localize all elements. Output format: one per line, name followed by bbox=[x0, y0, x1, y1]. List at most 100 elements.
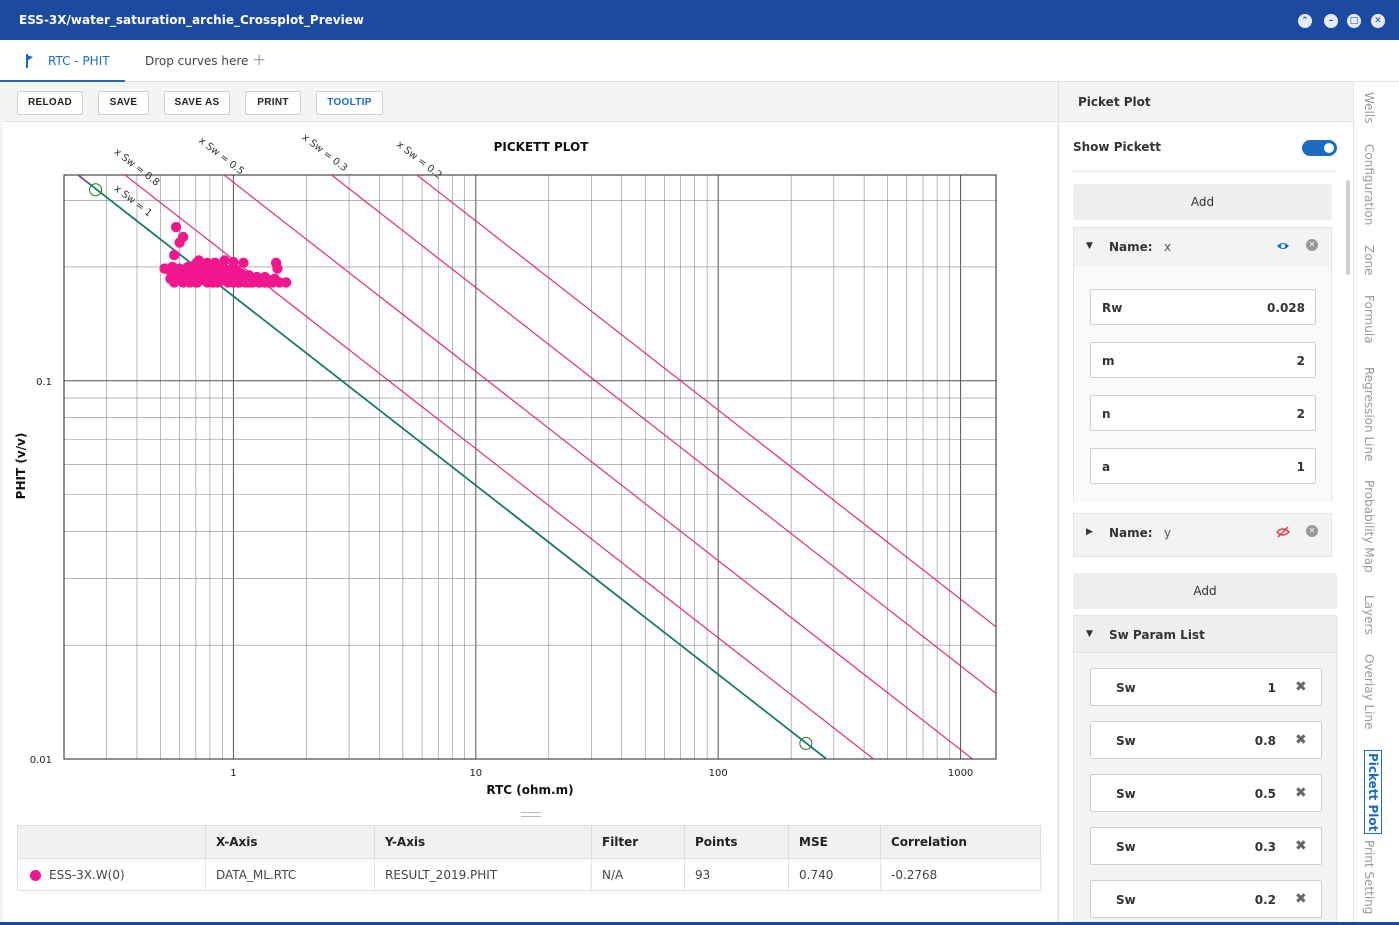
maximize-button[interactable]: □ bbox=[1347, 14, 1361, 28]
a-field[interactable]: a 1 bbox=[1090, 448, 1316, 484]
remove-circle-icon[interactable]: ✕ bbox=[1306, 525, 1318, 537]
sw-item[interactable]: Sw 0.8 ✖ bbox=[1090, 721, 1322, 759]
drop-curves-tab[interactable]: Drop curves here bbox=[145, 54, 248, 68]
remove-icon[interactable]: ✖ bbox=[1295, 732, 1307, 748]
table-header: MSE bbox=[788, 825, 881, 859]
remove-icon[interactable]: ✖ bbox=[1295, 891, 1307, 907]
sw-line bbox=[330, 175, 996, 695]
table-header: Filter bbox=[591, 825, 685, 859]
correlation-cell: -0.2768 bbox=[880, 858, 1041, 891]
data-point bbox=[234, 277, 245, 288]
table-header: Points bbox=[684, 825, 789, 859]
side-tab-formula[interactable]: Formula bbox=[1362, 295, 1376, 344]
sw-line-group bbox=[76, 175, 996, 759]
pickett-x-header[interactable]: ▼ Name: x ✕ bbox=[1074, 228, 1331, 266]
sw-item[interactable]: Sw 0.5 ✖ bbox=[1090, 774, 1322, 812]
caret-right-icon[interactable]: ▶ bbox=[1086, 527, 1093, 537]
close-button[interactable]: ✕ bbox=[1371, 14, 1385, 28]
series-name: ESS-3X.W(0) bbox=[49, 867, 125, 882]
show-pickett-label: Show Pickett bbox=[1073, 140, 1161, 154]
sw-line-label: x Sw = 0.8 bbox=[112, 147, 162, 189]
add-tab-button[interactable]: + bbox=[252, 50, 266, 70]
panel-scrollbar[interactable] bbox=[1346, 180, 1350, 275]
m-field[interactable]: m 2 bbox=[1090, 342, 1316, 378]
y-tick-label: 0.1 bbox=[36, 377, 52, 388]
caret-down-icon[interactable]: ▼ bbox=[1086, 241, 1093, 251]
sw-item[interactable]: Sw 1 ✖ bbox=[1090, 668, 1322, 706]
table-header: Correlation bbox=[880, 825, 1041, 859]
table-header bbox=[17, 825, 206, 859]
sw-item[interactable]: Sw 0.2 ✖ bbox=[1090, 880, 1322, 918]
side-tab-configuration[interactable]: Configuration bbox=[1362, 144, 1376, 225]
table-row[interactable]: ESS-3X.W(0) DATA_ML.RTC RESULT_2019.PHIT… bbox=[17, 858, 1041, 891]
settings-panel: Picket Plot Show Pickett Add ▼ Name: x ✕… bbox=[1058, 82, 1354, 925]
rw-field[interactable]: Rw 0.028 bbox=[1090, 289, 1316, 325]
remove-icon[interactable]: ✖ bbox=[1295, 785, 1307, 801]
remove-icon[interactable]: ✖ bbox=[1295, 838, 1307, 854]
remove-icon[interactable]: ✖ bbox=[1295, 679, 1307, 695]
param-value: 0.028 bbox=[1267, 301, 1305, 315]
data-point bbox=[170, 221, 182, 233]
table-header-row: X-Axis Y-Axis Filter Points MSE Correlat… bbox=[17, 825, 1041, 859]
show-pickett-toggle[interactable] bbox=[1302, 140, 1337, 156]
sw-label: Sw bbox=[1116, 787, 1136, 801]
add-pickett-button[interactable]: Add bbox=[1073, 184, 1332, 220]
data-point bbox=[231, 265, 242, 276]
eye-off-icon[interactable] bbox=[1276, 525, 1290, 539]
side-tab-strip: Wells Configuration Zone Formula Regress… bbox=[1353, 82, 1399, 925]
param-value: 2 bbox=[1296, 354, 1305, 368]
n-field[interactable]: n 2 bbox=[1090, 395, 1316, 431]
side-tab-layers[interactable]: Layers bbox=[1362, 595, 1376, 635]
minimize-button[interactable]: ⌃ bbox=[1298, 14, 1312, 28]
reload-button[interactable]: RELOAD bbox=[17, 91, 83, 115]
side-tab-pickett-plot[interactable]: Pickett Plot bbox=[1364, 750, 1382, 835]
name-label: Name: bbox=[1109, 526, 1153, 540]
axis-ticks: 1 10 100 1000 0.01 0.1 bbox=[30, 377, 974, 779]
save-as-button[interactable]: SAVE AS bbox=[164, 91, 230, 115]
param-label: n bbox=[1102, 407, 1111, 421]
sw-label: Sw bbox=[1116, 681, 1136, 695]
pickett-y-header[interactable]: ▶ Name: y ✕ bbox=[1074, 514, 1331, 552]
eye-icon[interactable] bbox=[1276, 239, 1290, 253]
save-button[interactable]: SAVE bbox=[98, 91, 149, 115]
side-tab-regression-line[interactable]: Regression Line bbox=[1362, 367, 1376, 461]
tab-rtc-phit[interactable]: RTC - PHIT bbox=[0, 40, 125, 82]
x-axis-cell: DATA_ML.RTC bbox=[205, 858, 375, 891]
side-tab-overlay-line[interactable]: Overlay Line bbox=[1362, 654, 1376, 729]
y-axis-label: PHIT (v/v) bbox=[14, 433, 28, 500]
window-title: ESS-3X/water_saturation_archie_Crossplot… bbox=[19, 13, 364, 27]
remove-circle-icon[interactable]: ✕ bbox=[1306, 239, 1318, 251]
sw-line-segment bbox=[77, 175, 88, 183]
add-sw-button[interactable]: Add bbox=[1073, 573, 1337, 609]
pickett-plot-chart[interactable]: PICKETT PLOT RTC (ohm.m) PHIT (v/v) x Sw… bbox=[3, 122, 1057, 812]
title-bar: ESS-3X/water_saturation_archie_Crossplot… bbox=[0, 0, 1399, 40]
sw-param-list: Sw 1 ✖ Sw 0.8 ✖ Sw 0.5 ✖ Sw 0.3 ✖ Sw 0.2 bbox=[1073, 653, 1337, 925]
points-cell: 93 bbox=[684, 858, 789, 891]
side-tab-wells[interactable]: Wells bbox=[1362, 92, 1376, 123]
sw-line-label: x Sw = 0.5 bbox=[196, 135, 246, 177]
data-point bbox=[280, 277, 292, 288]
sw-line-label: x Sw = 1 bbox=[112, 183, 154, 219]
side-tab-print-setting[interactable]: Print Setting bbox=[1362, 840, 1376, 914]
table-header: X-Axis bbox=[205, 825, 375, 859]
side-tab-zone[interactable]: Zone bbox=[1362, 245, 1376, 276]
print-button[interactable]: PRINT bbox=[245, 91, 301, 115]
sw-value: 0.3 bbox=[1254, 840, 1276, 854]
resize-splitter[interactable] bbox=[521, 812, 541, 820]
sw-param-header[interactable]: ▼ Sw Param List bbox=[1073, 615, 1337, 653]
sw-param-title: Sw Param List bbox=[1109, 628, 1205, 642]
caret-down-icon[interactable]: ▼ bbox=[1086, 629, 1093, 639]
param-label: a bbox=[1102, 460, 1111, 474]
panel-header: Picket Plot bbox=[1059, 82, 1354, 122]
side-tab-probability-map[interactable]: Probability Map bbox=[1362, 480, 1376, 573]
sw-label: Sw bbox=[1116, 893, 1136, 907]
tooltip-button[interactable]: TOOLTIP bbox=[316, 91, 383, 115]
sw-value: 0.5 bbox=[1254, 787, 1276, 801]
sw-item[interactable]: Sw 0.3 ✖ bbox=[1090, 827, 1322, 865]
restore-button[interactable]: – bbox=[1324, 14, 1338, 28]
data-point bbox=[215, 275, 227, 286]
data-point bbox=[169, 277, 180, 288]
param-label: Rw bbox=[1102, 301, 1123, 315]
sw-lines: x Sw = 1x Sw = 0.8 x Sw = 0.5 x Sw = 0.3 x … bbox=[76, 132, 996, 759]
data-point bbox=[263, 277, 275, 288]
